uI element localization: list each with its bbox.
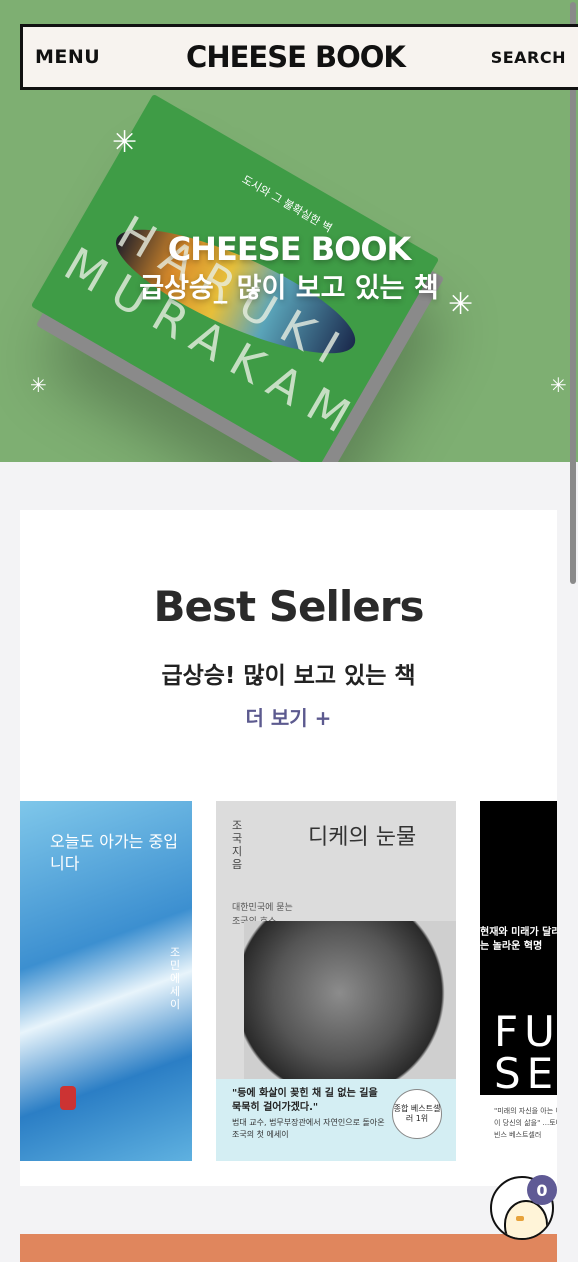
author-photo xyxy=(244,921,456,1081)
book-blurb: "미래의 자신을 아는 이 책이 당신의 삶을" ...토니 로빈스 베스트셀러 xyxy=(494,1107,557,1139)
hero-text: CHEESE BOOK 급상승_ 많이 보고 있는 책 xyxy=(0,230,578,305)
section-subtitle: 급상승! 많이 보고 있는 책 xyxy=(161,663,416,689)
book-title: 디케의 눈물 xyxy=(308,825,417,850)
chick-icon xyxy=(504,1200,548,1238)
menu-button[interactable]: MENU xyxy=(35,46,100,68)
site-header: MENU CHEESE BOOK SEARCH xyxy=(20,24,578,90)
site-logo[interactable]: CHEESE BOOK xyxy=(186,40,406,74)
book-author: 조민 에세이 xyxy=(170,946,181,1011)
swimmer-figure xyxy=(60,1086,76,1110)
cover-title-text: 도시와 그 불확실한 벽 xyxy=(239,172,335,236)
book-title: FU SE xyxy=(494,1007,557,1098)
book-cover-text: 오늘도 아가는 중입니다 xyxy=(50,832,178,873)
more-link[interactable]: 더 보기 + xyxy=(20,702,557,731)
book-card[interactable]: 현재와 미래가 달라지는 놀라운 혁명 FU SE "미래의 자신을 아는 이 … xyxy=(480,801,557,1161)
cover-band: "등에 화살이 꽂힌 채 길 없는 길을 묵묵히 걸어가겠다." 법대 교수, … xyxy=(216,1079,456,1161)
bestseller-seal: 종합 베스트셀러 1위 xyxy=(392,1089,442,1139)
search-button[interactable]: SEARCH xyxy=(491,48,566,67)
book-author: 조국 지음 xyxy=(232,819,243,871)
hero-subtitle: 급상승_ 많이 보고 있는 책 xyxy=(139,273,439,304)
book-cover-text: 현재와 미래가 달라지는 놀라운 혁명 xyxy=(480,927,557,952)
sparkle-icon: ✳ xyxy=(112,125,138,160)
book-quote: "등에 화살이 꽂힌 채 길 없는 길을 묵묵히 걸어가겠다." xyxy=(232,1088,378,1113)
sparkle-icon: ✳ xyxy=(30,373,47,397)
sparkle-icon: ✳ xyxy=(550,373,567,397)
book-card[interactable]: 오늘도 아가는 중입니다 조민 에세이 xyxy=(20,801,192,1161)
book-description: 법대 교수, 법무부장관에서 자연인으로 돌아온 조국의 첫 에세이 xyxy=(232,1118,385,1139)
next-section-banner xyxy=(20,1234,557,1262)
best-sellers-section: Best Sellers 급상승! 많이 보고 있는 책 더 보기 + 오늘도 … xyxy=(20,510,557,1186)
hero-title: CHEESE BOOK xyxy=(167,230,412,268)
hero-banner[interactable]: MENU CHEESE BOOK SEARCH HARUKI MURAKAMI … xyxy=(0,0,578,462)
section-title: Best Sellers xyxy=(153,582,425,631)
cart-count-badge: 0 xyxy=(527,1175,557,1205)
beak-icon xyxy=(516,1216,524,1221)
book-card[interactable]: 조국 지음 디케의 눈물 대한민국에 묻는 조국의 호소 "등에 화살이 꽂힌 … xyxy=(216,801,456,1161)
